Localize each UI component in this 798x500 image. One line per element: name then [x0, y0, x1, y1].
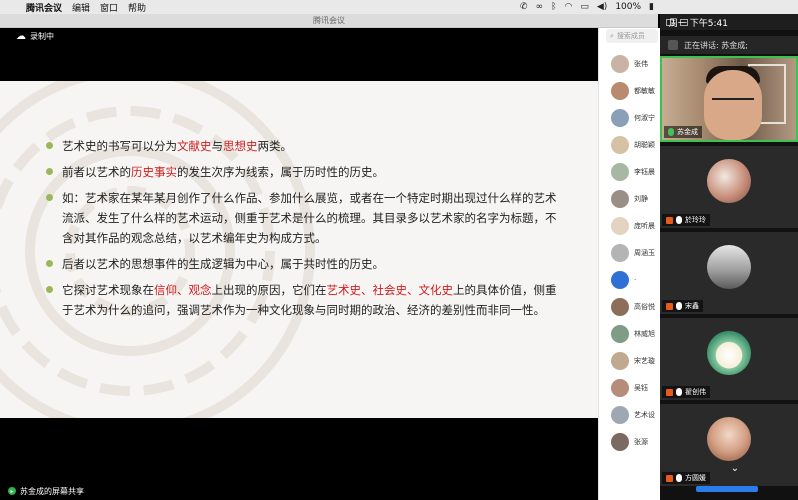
current-speaker-label: 正在讲话: 苏金成; — [684, 40, 748, 50]
menu-app-name[interactable]: 腾讯会议 — [26, 1, 62, 14]
bluetooth-icon[interactable]: ᛒ — [551, 2, 556, 12]
wechat-icon[interactable]: ✆ — [520, 2, 528, 12]
video-tile[interactable]: 於玲玲 — [660, 146, 798, 228]
tile-name-label: 苏金成 — [664, 126, 702, 138]
avatar — [611, 163, 629, 181]
member-item[interactable]: 庞听晨 — [611, 216, 660, 236]
member-item[interactable]: 何淑宁 — [611, 108, 660, 128]
tile-name-label: 方圆媛 — [662, 472, 710, 484]
screen-share-label: ▸ 苏金成的屏幕共享 — [0, 482, 598, 500]
bullet-4: 后者以艺术的思想事件的生成逻辑为中心，属于共时性的历史。 — [46, 254, 566, 274]
mic-icon — [676, 216, 682, 224]
member-item[interactable]: 高俗悦 — [611, 297, 660, 317]
avatar — [707, 245, 751, 289]
battery-icon[interactable]: ▮ — [649, 2, 654, 12]
volume-icon[interactable]: ◀) — [597, 2, 607, 12]
avatar — [611, 352, 629, 370]
avatar — [611, 379, 629, 397]
bullet-2: 前者以艺术的历史事实的发生次序为线索，属于历时性的历史。 — [46, 162, 566, 182]
cloud-record-icon: ☁ — [16, 31, 26, 42]
mac-menubar: 腾讯会议 编辑 窗口 帮助 ✆ ∞ ᛒ ◠ ▭ ◀) 100% ▮ — [0, 0, 798, 14]
link-icon[interactable]: ∞ — [536, 2, 544, 12]
share-owner-label: 苏金成的屏幕共享 — [20, 486, 84, 496]
search-icon: ⌕ — [610, 31, 614, 40]
dock-indicator — [696, 486, 758, 492]
avatar — [611, 433, 629, 451]
recording-label: 录制中 — [30, 32, 54, 41]
member-search-input[interactable]: ⌕ 搜索成员 — [606, 29, 658, 43]
highlight-wenxianshi: 文献史 — [177, 139, 212, 153]
menu-help[interactable]: 帮助 — [128, 1, 146, 14]
member-item[interactable]: 刘静 — [611, 189, 660, 209]
highlight-lishishishi: 历史事实 — [131, 165, 177, 179]
highlight-xinyang: 信仰、观念 — [154, 283, 212, 297]
recording-indicator[interactable]: ☁ 录制中 — [16, 31, 54, 42]
member-item[interactable]: 张伟 — [611, 54, 660, 74]
avatar — [707, 159, 751, 203]
avatar — [611, 271, 629, 289]
avatar — [611, 136, 629, 154]
member-item[interactable]: · — [611, 270, 660, 290]
slide-bullets: 艺术史的书写可以分为文献史与思想史两类。 前者以艺术的历史事实的发生次序为线索，… — [46, 136, 566, 326]
window-title: 腾讯会议 — [0, 14, 658, 28]
video-panel-toolbar: 周一 下午5:41 — [660, 14, 798, 30]
avatar — [611, 244, 629, 262]
avatar — [611, 82, 629, 100]
airplay-icon[interactable]: ▭ — [580, 2, 589, 12]
mic-icon — [676, 474, 682, 482]
camera-off-icon — [666, 474, 673, 482]
menu-edit[interactable]: 编辑 — [72, 1, 90, 14]
bullet-1: 艺术史的书写可以分为文献史与思想史两类。 — [46, 136, 566, 156]
mic-icon — [676, 388, 682, 396]
share-top-area — [0, 28, 598, 81]
tile-name-label: 翟创伟 — [662, 386, 710, 398]
person-glasses — [712, 98, 754, 106]
video-tile[interactable]: 翟创伟 — [660, 318, 798, 400]
bullet-3: 如：艺术家在某年某月创作了什么作品、参加什么展览，或者在一个特定时期出现过什么样… — [46, 188, 566, 248]
member-item[interactable]: 艺术设 — [611, 405, 660, 425]
app-root: 腾讯会议 编辑 窗口 帮助 ✆ ∞ ᛒ ◠ ▭ ◀) 100% ▮ 腾讯会议 ☁… — [0, 0, 798, 500]
tile-name-label: 於玲玲 — [662, 214, 710, 226]
camera-off-icon — [666, 302, 673, 310]
camera-off-icon — [666, 388, 673, 396]
member-item[interactable]: 张源 — [611, 432, 660, 452]
mic-icon — [668, 128, 674, 136]
chevron-down-icon[interactable]: ⌄ — [722, 462, 748, 476]
battery-percent: 100% — [615, 2, 642, 12]
mic-icon — [676, 302, 682, 310]
video-tile[interactable]: 宋鑫 — [660, 232, 798, 314]
avatar — [611, 55, 629, 73]
avatar — [611, 109, 629, 127]
video-tile-active[interactable]: 苏金成 — [660, 56, 798, 142]
member-item[interactable]: 宋艺璇 — [611, 351, 660, 371]
avatar — [707, 417, 751, 461]
member-item[interactable]: 周涵玉 — [611, 243, 660, 263]
menu-window[interactable]: 窗口 — [100, 1, 118, 14]
member-item[interactable]: 都敏敏 — [611, 81, 660, 101]
member-item[interactable]: 林威旭 — [611, 324, 660, 344]
highlight-sixiangshi: 思想史 — [223, 139, 258, 153]
menubar-status: ✆ ∞ ᛒ ◠ ▭ ◀) 100% ▮ — [520, 0, 654, 14]
menubar-clock: 周一 下午5:41 — [668, 19, 728, 29]
avatar — [611, 217, 629, 235]
camera-off-icon — [666, 216, 673, 224]
share-status-icon: ▸ — [8, 487, 16, 495]
current-speaker-bar: 正在讲话: 苏金成; — [660, 36, 798, 54]
member-item[interactable]: 李钰晨 — [611, 162, 660, 182]
tile-name-label: 宋鑫 — [662, 300, 703, 312]
highlight-shi: 艺术史、社会史、文化史 — [326, 283, 454, 297]
member-item[interactable]: 吴钰 — [611, 378, 660, 398]
wifi-icon[interactable]: ◠ — [565, 2, 573, 12]
speaker-avatar — [668, 40, 678, 50]
avatar — [611, 190, 629, 208]
avatar — [611, 298, 629, 316]
avatar — [611, 325, 629, 343]
bullet-5: 它探讨艺术现象在信仰、观念上出现的原因，它们在艺术史、社会史、文化史上的具体价值… — [46, 280, 566, 320]
avatar — [611, 406, 629, 424]
avatar — [707, 331, 751, 375]
shared-slide: 艺术史的书写可以分为文献史与思想史两类。 前者以艺术的历史事实的发生次序为线索，… — [0, 81, 598, 418]
member-item[interactable]: 胡聪颖 — [611, 135, 660, 155]
